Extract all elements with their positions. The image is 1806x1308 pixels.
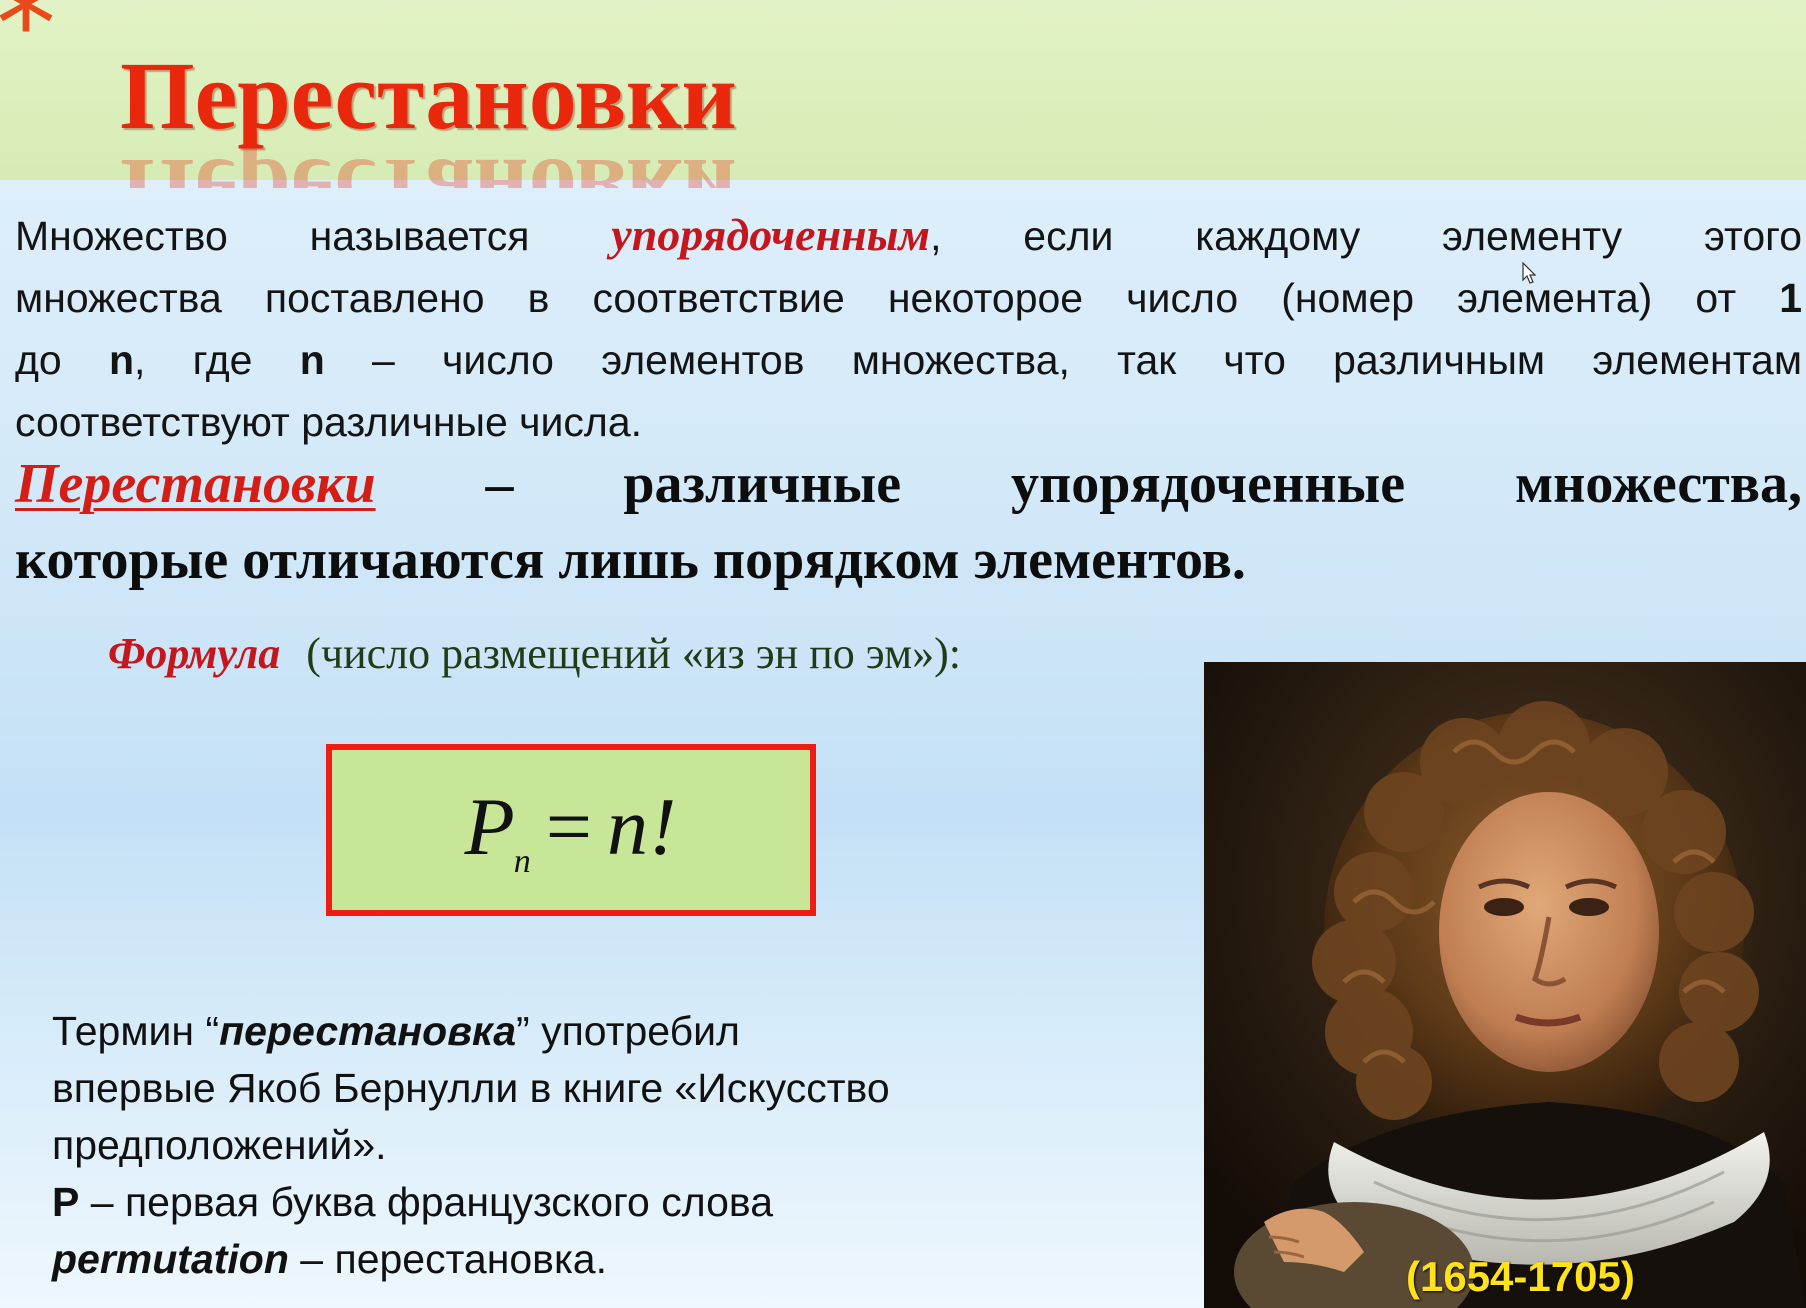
formula-equals: = [545,780,594,872]
definition-bold-number: 1 [1779,275,1802,321]
formula-lhs: P [464,780,516,872]
definition-text: , где [134,337,300,383]
definition-line-4: соответствуют различные числа. [15,399,643,445]
title-reflection: Перестановки [110,144,750,188]
note-letter-p: P [52,1179,80,1225]
note-text: – перестановка. [288,1236,607,1282]
definition-text: – число элементов множества, так что раз… [324,337,1803,383]
note-line-4: P – первая буква французского слова [52,1174,1032,1231]
perm-def-text: – различные упорядоченные множества, [375,453,1802,515]
highlight-ordered: упорядоченным [611,209,931,260]
permutation-formula: Pn = n! [465,780,678,881]
permutation-definition: Перестановки – различные упорядоченные м… [15,446,1802,598]
formula-box: Pn = n! [326,744,816,916]
formula-subscript: n [513,842,532,880]
note-text: Термин “ [52,1008,220,1054]
formula-rhs: n! [607,780,678,872]
definition-line-1: Множество называется упорядоченным, если… [15,204,1802,267]
mouse-pointer-icon [1522,262,1536,284]
note-line-5: permutation – перестановка. [52,1231,1032,1288]
formula-word: Формула [108,629,281,678]
definition-line-3: до n, где n – число элементов множества,… [15,329,1802,391]
definition-text: Множество называется [15,213,612,259]
permutations-term: Перестановки [15,453,376,515]
history-note: Термин “перестановка” употребил впервые … [52,1003,1032,1288]
definition-bold-n: n [299,337,325,383]
perm-def-line-2: которые отличаются лишь порядком элемент… [15,529,1246,591]
definition-text: , если каждому элементу этого [930,213,1802,259]
definition-bold-n: n [108,337,135,383]
asterisk-icon: * [0,0,56,95]
formula-label: Формула (число размещений «из эн по эм»): [108,628,961,679]
note-line-3: предположений». [52,1122,387,1168]
note-line-1: Термин “перестановка” употребил [52,1003,1032,1060]
perm-def-line-1: Перестановки – различные упорядоченные м… [15,446,1802,522]
note-line-2: впервые Якоб Бернулли в книге «Искусство [52,1065,890,1111]
formula-caption: (число размещений «из эн по эм»): [306,629,961,678]
note-french-word: permutation [52,1236,289,1282]
note-term: перестановка [219,1008,517,1054]
definition-text: до [15,337,109,383]
title-reflection-text: Перестановки [120,144,750,188]
note-text: ” употребил [516,1008,740,1054]
life-years: (1654-1705) [1406,1253,1635,1300]
slide-title: Перестановки [120,42,737,149]
definition-text: множества поставлено в соответствие неко… [15,275,1780,321]
bernoulli-portrait [1204,662,1806,1308]
portrait-drawing [1204,662,1806,1308]
ordered-set-definition: Множество называется упорядоченным, если… [15,204,1802,453]
note-text: – первая буква французского слова [79,1179,774,1225]
